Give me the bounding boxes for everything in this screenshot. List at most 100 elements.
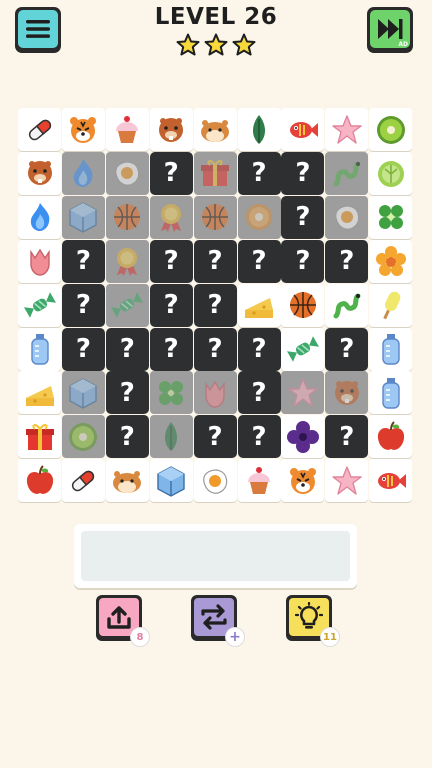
hamster-icon [201,119,230,142]
tile-flower[interactable] [369,239,413,283]
tile-leaf-dim [149,415,193,459]
tile-cheese[interactable] [18,371,61,415]
tile-pill[interactable] [61,459,105,503]
tile-candy[interactable] [18,283,61,327]
tile-beaver[interactable] [18,151,61,195]
candy-icon [111,292,144,318]
tile-tulip[interactable] [18,239,61,283]
donut-icon [246,204,272,231]
lightbulb-icon [295,602,323,629]
tile-gift[interactable] [18,415,61,459]
tile-candy-dim [105,283,149,327]
tile-clover-dim [149,371,193,415]
tile-ball[interactable] [281,283,325,327]
question-mark: ? [119,377,135,408]
tile-ice-dim [61,195,105,239]
ice-icon [157,465,185,497]
tile-bottle[interactable] [18,327,61,371]
pill-icon [72,470,95,491]
tray-slots [81,531,350,581]
tiger-icon [289,467,316,494]
beaver-icon [334,380,359,405]
lettuce-icon [377,161,404,188]
tile-leaf[interactable] [237,108,281,151]
tile-bottle[interactable] [369,371,413,415]
question-mark: ? [295,158,311,189]
ball-icon [114,204,141,231]
tile-starfish[interactable] [325,459,369,503]
tile-candy[interactable] [281,327,325,371]
tile-fish[interactable] [369,459,413,503]
tile-tiger[interactable] [61,108,105,151]
violet-icon [286,420,319,453]
question-mark: ? [75,246,91,277]
tile-cheese[interactable] [237,283,281,327]
tile-popsicle[interactable] [369,283,413,327]
hint-button[interactable]: 11 [286,595,340,647]
tile-kiwi[interactable] [369,108,413,151]
tile-beaver-dim [325,371,369,415]
tile-apple[interactable] [18,459,61,503]
tile-hidden: ? [281,239,325,283]
ice-icon [69,202,98,234]
kiwi-icon [69,422,98,451]
hint-count-badge: 11 [320,627,340,647]
ice-icon [69,378,98,409]
question-mark: ? [207,334,223,364]
candy-icon [23,292,56,318]
tile-violet[interactable] [281,415,325,459]
skip-level-button[interactable]: AD [367,7,413,53]
worm-icon [333,161,361,187]
shuffle-button[interactable]: + [191,595,245,647]
tile-ice[interactable] [149,459,193,503]
question-mark: ? [207,290,223,321]
tiger-icon [70,116,97,143]
tile-hidden: ? [149,239,193,283]
tile-starfish[interactable] [325,108,369,151]
tile-cupcake[interactable] [237,459,281,503]
tile-cupcake[interactable] [105,108,149,151]
question-mark: ? [339,246,355,277]
tile-egg[interactable] [193,459,237,503]
tile-fish[interactable] [281,108,325,151]
tile-clover[interactable] [369,195,413,239]
starfish-icon [332,465,362,495]
bottle-icon [381,377,400,409]
gift-icon [25,423,54,450]
bottle-icon [30,334,49,365]
tile-medal-dim [149,195,193,239]
question-mark: ? [163,246,179,277]
leaf-icon [165,421,178,451]
tile-beaver[interactable] [149,108,193,151]
tile-hamster[interactable] [193,108,237,151]
undo-button[interactable]: 8 [96,595,150,647]
tile-hamster[interactable] [105,459,149,503]
question-mark: ? [75,334,91,364]
bottle-icon [381,334,400,365]
tile-pill[interactable] [18,108,61,151]
question-mark: ? [339,421,355,452]
question-mark: ? [207,246,223,277]
tile-hidden: ? [61,327,105,371]
tile-lettuce[interactable] [369,151,413,195]
tile-hidden: ? [149,283,193,327]
tile-hidden: ? [325,415,369,459]
undo-count-badge: 8 [130,627,150,647]
tile-hidden: ? [193,283,237,327]
tile-hidden: ? [193,239,237,283]
tile-hidden: ? [149,151,193,195]
ad-tag: AD [398,41,408,48]
tile-bottle[interactable] [369,327,413,371]
tile-gift-dim [193,151,237,195]
tile-tiger[interactable] [281,459,325,503]
medal-icon [161,204,182,233]
tile-board: ????????????????????????? [18,108,413,503]
tile-worm[interactable] [325,283,369,327]
pill-icon [28,119,51,140]
ball-icon [289,292,316,319]
tile-fire[interactable] [18,195,61,239]
tile-apple[interactable] [369,415,413,459]
tile-hidden: ? [105,327,149,371]
tile-kiwi-dim [61,415,105,459]
star-rating [176,33,256,57]
